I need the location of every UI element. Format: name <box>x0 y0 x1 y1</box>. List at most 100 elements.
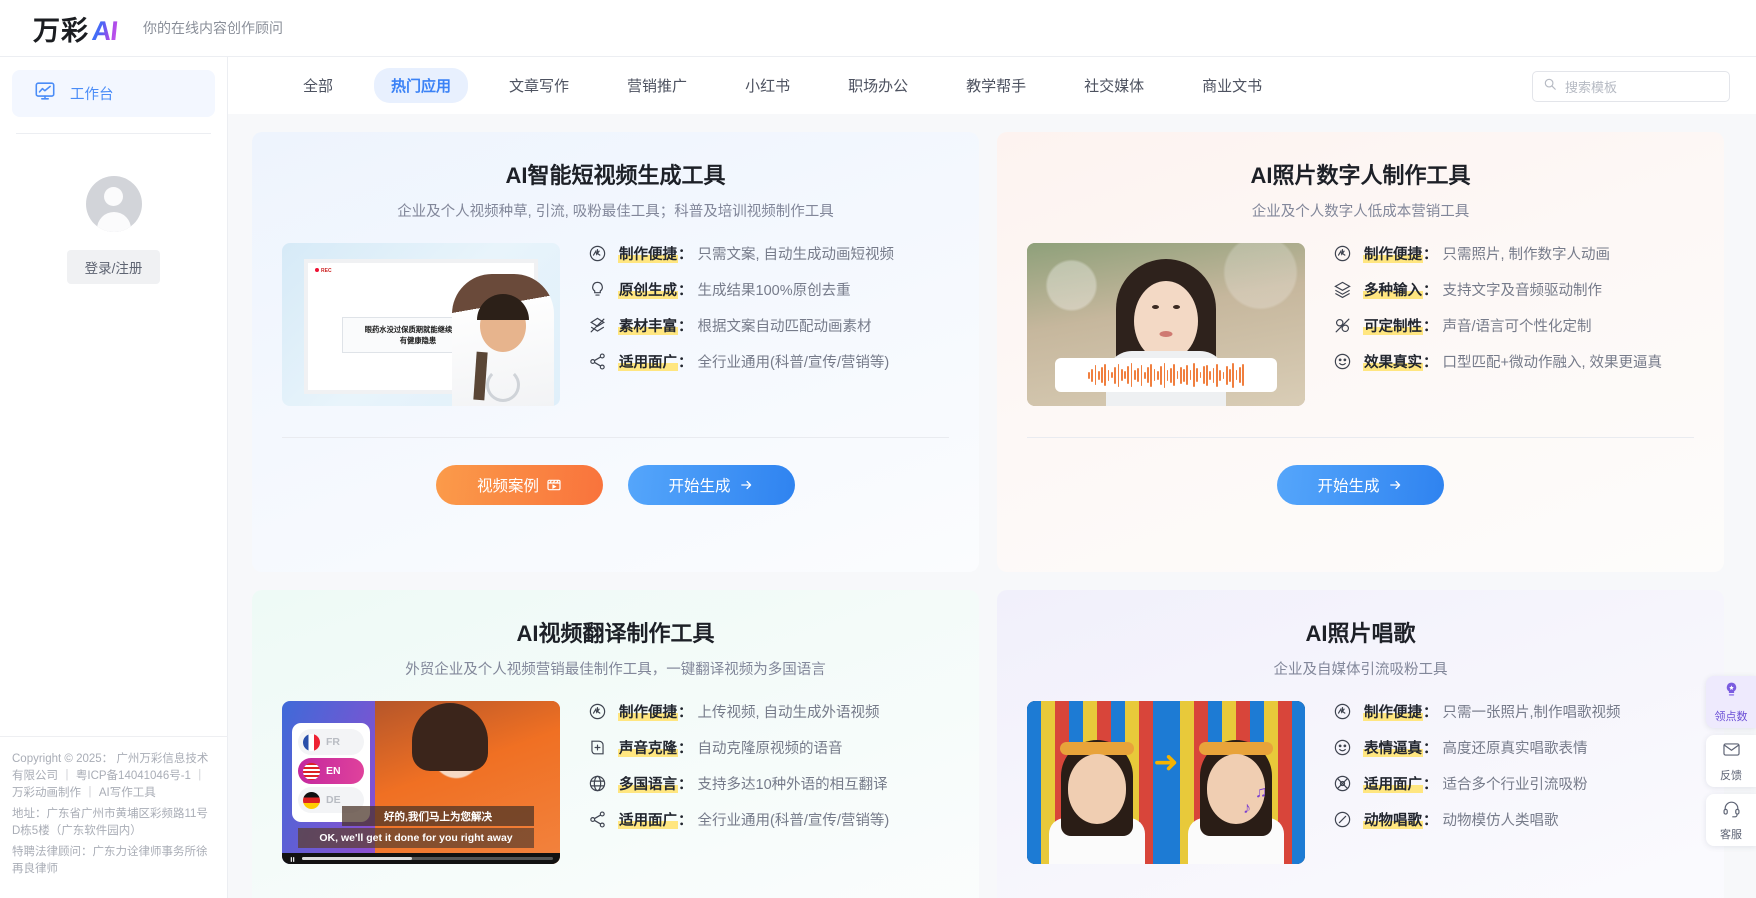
feature-key: 适用面广 <box>618 809 678 830</box>
germany-flag-icon <box>303 791 320 809</box>
template-card-video-translate[interactable]: AI视频翻译制作工具 外贸企业及个人视频营销最佳制作工具，一键翻译视频为多国语言… <box>252 590 979 898</box>
layers-slash-icon <box>588 316 607 335</box>
brand-logo[interactable]: 万彩 AI <box>33 9 119 48</box>
feature-item: 声音克隆 ： 自动克隆原视频的语音 <box>588 737 949 758</box>
feature-item: 表情逼真 ： 高度还原真实唱歌表情 <box>1333 737 1694 758</box>
tab-writing[interactable]: 文章写作 <box>492 68 586 103</box>
feature-key: 多种输入 <box>1363 279 1423 300</box>
feature-key: 制作便捷 <box>618 243 678 264</box>
card-divider <box>282 437 949 438</box>
login-register-button[interactable]: 登录/注册 <box>66 250 161 284</box>
template-grid: AI智能短视频生成工具 企业及个人视频种草, 引流, 吸粉最佳工具；科普及培训视… <box>252 132 1732 898</box>
lightbulb-icon <box>588 280 607 299</box>
feature-item: 多种输入 ： 支持文字及音频驱动制作 <box>1333 279 1694 300</box>
feature-key: 声音克隆 <box>618 737 678 758</box>
card-actions: 开始生成 <box>997 465 1724 505</box>
layers-icon <box>1333 280 1352 299</box>
category-tab-bar: 全部 热门应用 文章写作 营销推广 小红书 职场办公 教学帮手 社交媒体 商业文… <box>228 57 1756 114</box>
feature-item: 可定制性 ： 声音/语言可个性化定制 <box>1333 315 1694 336</box>
arrow-right-icon <box>738 478 755 492</box>
feature-value: 上传视频, 自动生成外语视频 <box>697 705 880 721</box>
card-title: AI智能短视频生成工具 <box>505 163 726 188</box>
feature-list: 制作便捷 ： 上传视频, 自动生成外语视频 声音克隆 ： 自动克隆原视频的语音 <box>588 701 949 864</box>
language-option-en[interactable]: EN <box>298 758 364 784</box>
feature-key: 原创生成 <box>618 279 678 300</box>
gift-lightbulb-icon <box>1722 681 1741 705</box>
caption-english: OK, we'll get it done for you right away <box>298 828 534 848</box>
sidebar: 工作台 登录/注册 Copyright © 2025： 广州万彩信息技术有限公司… <box>0 57 228 898</box>
template-card-digital-human[interactable]: AI照片数字人制作工具 企业及个人数字人低成本营销工具 制作便捷 ： 只需照片,… <box>997 132 1724 572</box>
language-option-fr[interactable]: FR <box>298 729 364 755</box>
feature-list: 制作便捷 ： 只需文案, 自动生成动画短视频 原创生成 ： 生成结果100%原创… <box>588 243 949 406</box>
tab-marketing[interactable]: 营销推广 <box>610 68 704 103</box>
card-title: AI视频翻译制作工具 <box>516 621 715 646</box>
magic-icon <box>1333 316 1352 335</box>
language-code: DE <box>326 794 341 806</box>
tab-all[interactable]: 全部 <box>286 68 350 103</box>
pause-icon[interactable] <box>289 850 296 865</box>
feature-key: 制作便捷 <box>1363 243 1423 264</box>
card-subtitle: 企业及个人视频种草, 引流, 吸粉最佳工具；科普及培训视频制作工具 <box>397 204 834 220</box>
card-subtitle: 企业及自媒体引流吸粉工具 <box>1273 662 1448 678</box>
feature-item: 制作便捷 ： 上传视频, 自动生成外语视频 <box>588 701 949 722</box>
template-card-ai-short-video[interactable]: AI智能短视频生成工具 企业及个人视频种草, 引流, 吸粉最佳工具；科普及培训视… <box>252 132 979 572</box>
headset-icon <box>1722 799 1741 823</box>
caption-chinese: 好的,我们马上为您解决 <box>342 806 534 826</box>
music-note-icon: ♪ <box>1243 800 1251 817</box>
rail-button-feedback[interactable]: 反馈 <box>1706 735 1756 787</box>
video-example-button[interactable]: 视频案例 <box>436 465 603 505</box>
feature-key: 可定制性 <box>1363 315 1423 336</box>
video-clip-icon <box>546 477 562 493</box>
tab-social[interactable]: 社交媒体 <box>1067 68 1161 103</box>
speed-clock-icon <box>588 244 607 263</box>
feature-value: 动物模仿人类唱歌 <box>1442 813 1559 829</box>
feature-list: 制作便捷 ： 只需一张照片,制作唱歌视频 表情逼真 ： 高度还原真实唱歌表情 适… <box>1333 701 1694 864</box>
rail-button-points[interactable]: 领点数 <box>1706 676 1756 728</box>
video-controls[interactable] <box>282 853 560 864</box>
speed-clock-icon <box>1333 702 1352 721</box>
smile-icon <box>1333 352 1352 371</box>
template-card-photo-sing[interactable]: AI照片唱歌 企业及自媒体引流吸粉工具 ➜ ♪ ♫ 制作便捷 ： 只需一张照片,… <box>997 590 1724 898</box>
usa-flag-icon <box>303 762 320 780</box>
tab-hot-apps[interactable]: 热门应用 <box>374 68 469 103</box>
category-tabs: 全部 热门应用 文章写作 营销推广 小红书 职场办公 教学帮手 社交媒体 商业文… <box>286 68 1303 103</box>
start-generate-button[interactable]: 开始生成 <box>628 465 795 505</box>
feature-value: 口型匹配+微动作融入, 效果更逼真 <box>1442 355 1663 371</box>
sidebar-item-workbench[interactable]: 工作台 <box>12 70 215 117</box>
feature-value: 只需照片, 制作数字人动画 <box>1442 247 1611 263</box>
feature-key: 表情逼真 <box>1363 737 1423 758</box>
feature-key: 素材丰富 <box>618 315 678 336</box>
sidebar-divider <box>16 133 211 134</box>
progress-bar[interactable] <box>302 857 553 860</box>
feature-value: 声音/语言可个性化定制 <box>1442 319 1592 335</box>
feature-item: 动物唱歌 ： 动物模仿人类唱歌 <box>1333 809 1694 830</box>
tab-teaching[interactable]: 教学帮手 <box>949 68 1043 103</box>
speed-clock-icon <box>1333 244 1352 263</box>
photo-after-figure <box>1166 740 1305 864</box>
rail-label: 客服 <box>1720 828 1742 841</box>
card-thumbnail[interactable] <box>1027 243 1305 406</box>
card-thumbnail[interactable]: REC 眼药水没过保质期就能继续用吗? 有健康隐患 <box>282 243 560 406</box>
search-box[interactable]: 搜索模板 <box>1532 71 1730 102</box>
feature-value: 只需一张照片,制作唱歌视频 <box>1442 705 1621 721</box>
rail-label: 反馈 <box>1720 769 1742 782</box>
tab-xiaohongshu[interactable]: 小红书 <box>728 68 807 103</box>
rail-button-support[interactable]: 客服 <box>1706 794 1756 846</box>
tab-workplace[interactable]: 职场办公 <box>831 68 925 103</box>
logo-ai-mark: AI <box>90 15 119 46</box>
audio-waveform <box>1055 358 1277 392</box>
card-title: AI照片唱歌 <box>1305 621 1416 646</box>
globe-icon <box>588 774 607 793</box>
slide-headline-line2: 有健康隐患 <box>399 336 437 345</box>
feature-item: 适用面广 ： 适合多个行业引流吸粉 <box>1333 773 1694 794</box>
start-generate-button[interactable]: 开始生成 <box>1277 465 1444 505</box>
tab-business[interactable]: 商业文书 <box>1185 68 1279 103</box>
feature-item: 素材丰富 ： 根据文案自动匹配动画素材 <box>588 315 949 336</box>
card-divider <box>1027 437 1694 438</box>
feature-value: 高度还原真实唱歌表情 <box>1442 741 1588 757</box>
pen-icon <box>1333 810 1352 829</box>
card-thumbnail[interactable]: FR EN DE 好的,我们马上为您解决 OK, we'll get it do… <box>282 701 560 864</box>
share-nodes-icon <box>588 352 607 371</box>
footer-legal: 特聘法律顾问：广东力诠律师事务所徐再良律师 <box>12 846 208 875</box>
card-thumbnail[interactable]: ➜ ♪ ♫ <box>1027 701 1305 864</box>
